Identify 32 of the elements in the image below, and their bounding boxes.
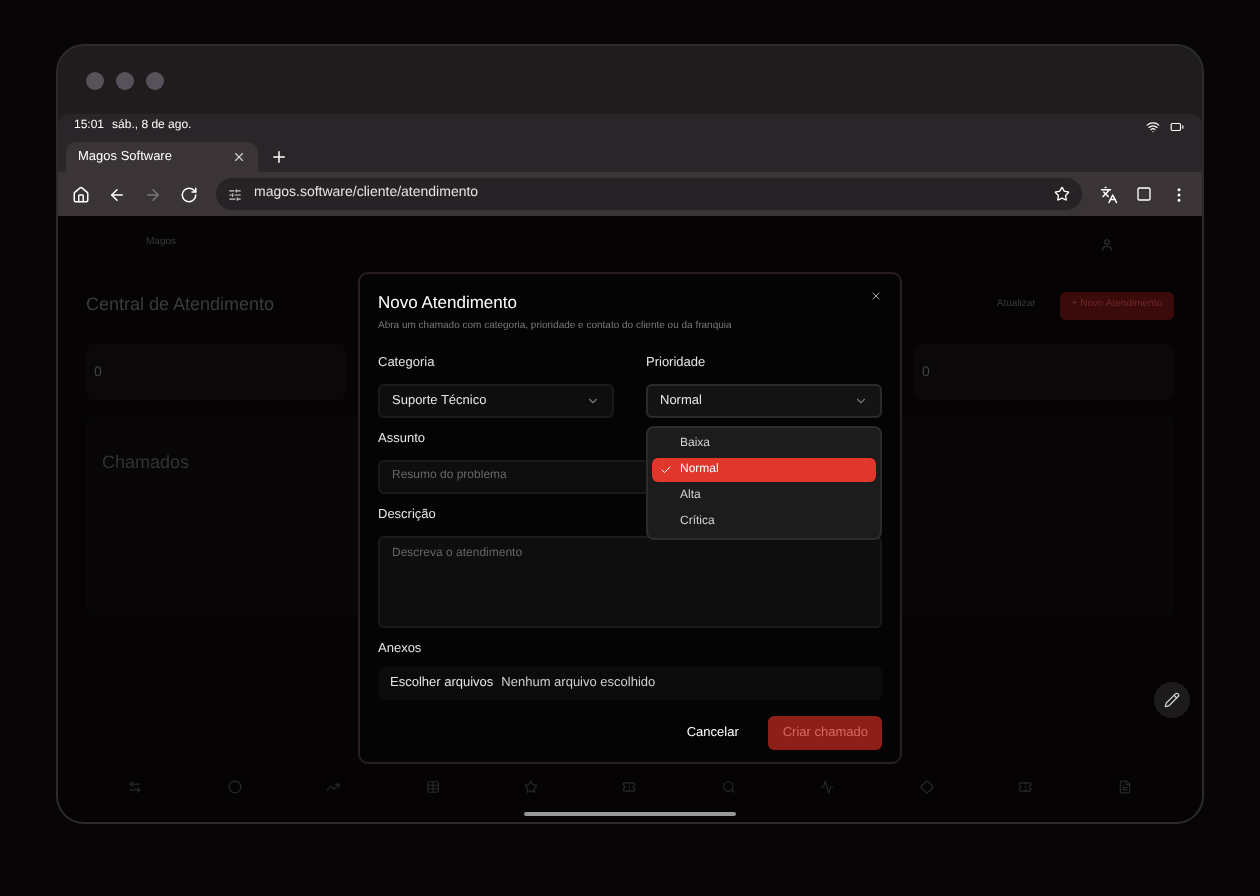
new-tab-icon[interactable]: [270, 148, 288, 166]
bookmark-star-icon[interactable]: [1054, 186, 1070, 202]
nav-icon[interactable]: [128, 779, 143, 793]
home-icon[interactable]: [72, 185, 90, 203]
nav-icon[interactable]: [326, 779, 341, 793]
reload-icon[interactable]: [180, 185, 198, 203]
pen-icon: [1164, 692, 1180, 708]
nav-icon[interactable]: [227, 779, 242, 793]
nav-icon[interactable]: [721, 779, 736, 793]
translate-icon[interactable]: [1100, 185, 1118, 203]
close-icon[interactable]: [232, 150, 246, 164]
nav-icon[interactable]: [820, 779, 835, 793]
nav-icon[interactable]: [1117, 779, 1132, 793]
check-icon: [660, 464, 672, 476]
user-icon[interactable]: [1100, 237, 1114, 251]
nav-icon[interactable]: [622, 779, 637, 793]
forward-icon[interactable]: [144, 185, 162, 203]
nav-icon[interactable]: [524, 779, 539, 793]
pen-button[interactable]: [1154, 682, 1190, 718]
back-icon[interactable]: [108, 185, 126, 203]
nav-icon[interactable]: [919, 779, 934, 793]
site-settings-icon[interactable]: [228, 187, 242, 201]
dialog-title: Novo Atendimento: [378, 290, 517, 316]
tab-switcher-icon[interactable]: [1136, 186, 1152, 202]
chevron-down-icon: [854, 394, 868, 408]
page-title: Central de Atendimento: [86, 292, 275, 319]
wifi-icon: [1146, 119, 1160, 133]
nav-icon[interactable]: [425, 779, 440, 793]
nav-icon[interactable]: [1018, 779, 1033, 793]
close-icon[interactable]: [870, 290, 882, 302]
battery-icon: [1168, 119, 1186, 133]
chevron-down-icon: [586, 394, 600, 408]
